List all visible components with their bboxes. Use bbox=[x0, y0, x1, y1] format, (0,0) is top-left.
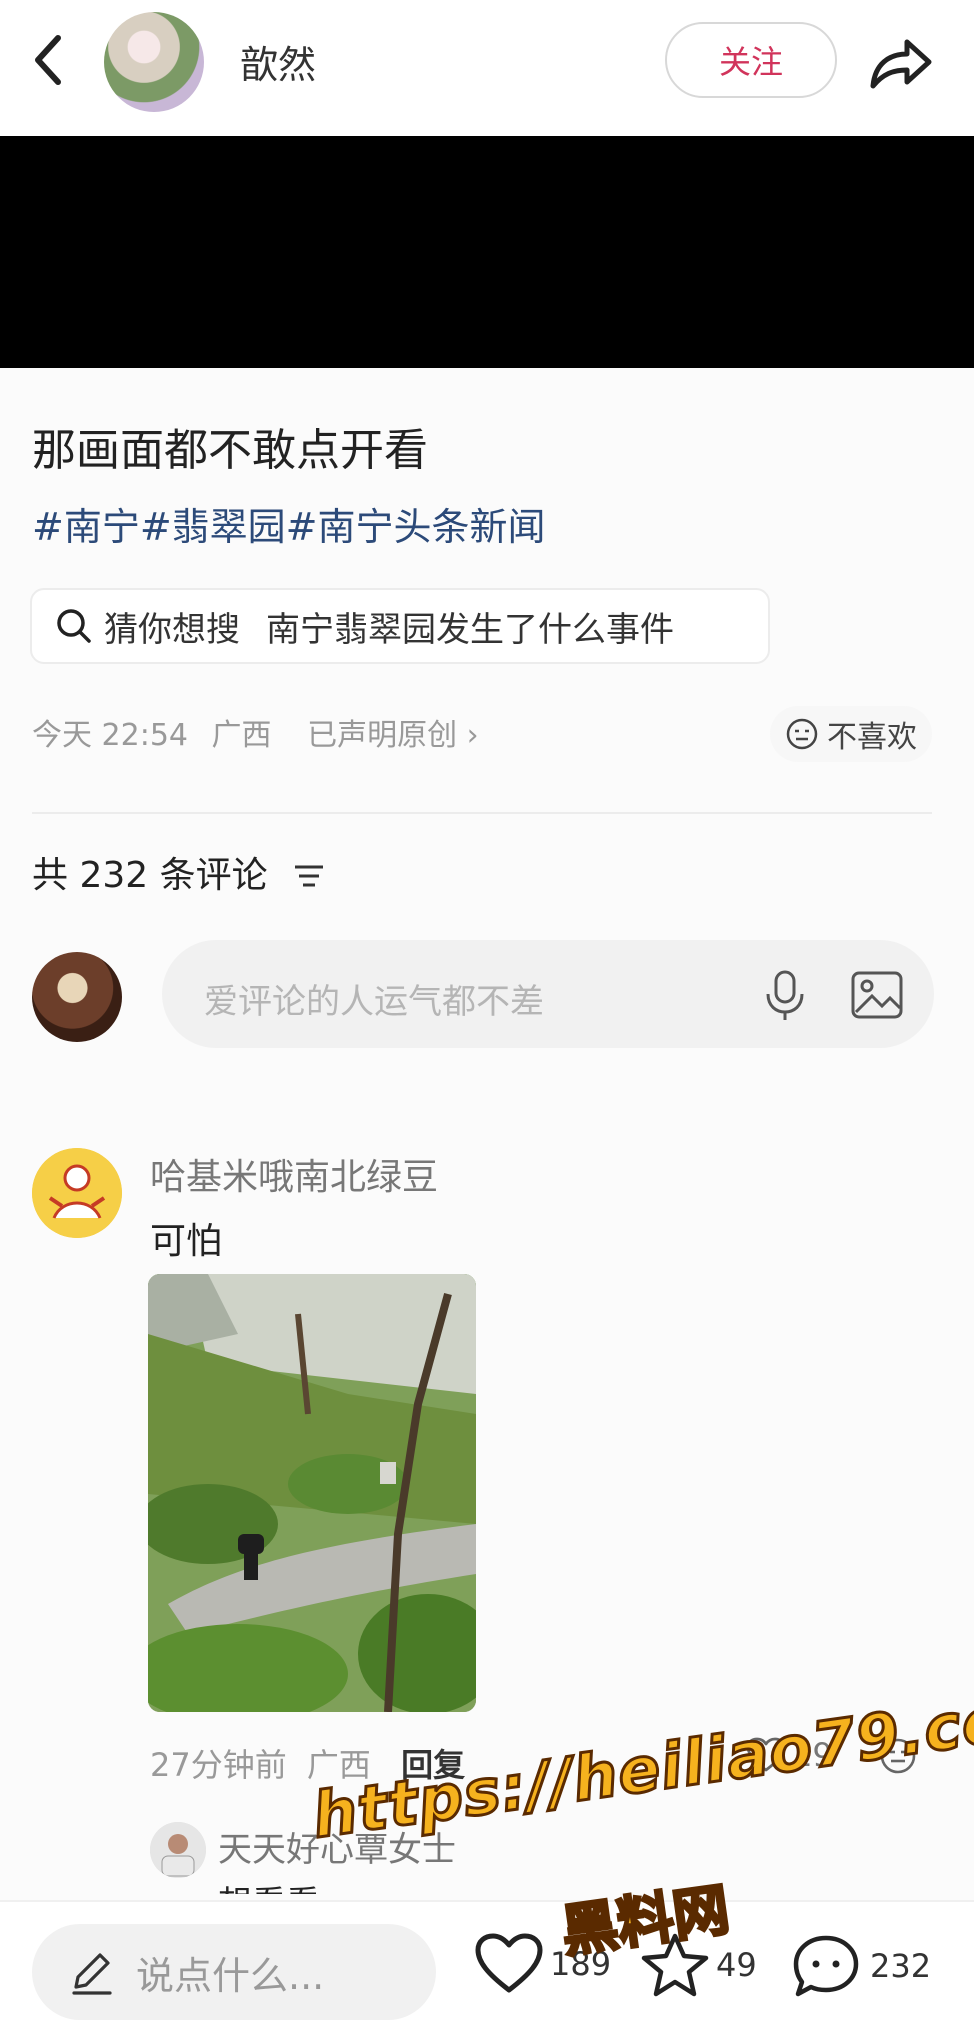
reply-avatar[interactable] bbox=[150, 1822, 206, 1878]
comment-input-placeholder: 爱评论的人运气都不差 bbox=[204, 982, 544, 1022]
post-region: 广西 bbox=[211, 718, 272, 753]
author-name[interactable]: 歆然 bbox=[240, 34, 316, 89]
search-suggestion-text: 南宁翡翠园发生了什么事件 bbox=[266, 609, 674, 650]
commenter-name[interactable]: 哈基米哦南北绿豆 bbox=[150, 1148, 438, 1200]
favorite-count: 49 bbox=[716, 1946, 757, 1984]
comments-button[interactable]: 232 bbox=[790, 1932, 931, 2000]
dislike-button[interactable]: 不喜欢 bbox=[770, 706, 932, 762]
post-time: 今天 22:54 bbox=[32, 718, 188, 753]
post-title: 那画面都不敢点开看 bbox=[32, 425, 428, 476]
comments-count: 共 232 条评论 bbox=[32, 846, 327, 898]
my-avatar bbox=[32, 952, 122, 1042]
bottom-input-placeholder: 说点什么... bbox=[136, 1953, 325, 1998]
chevron-right-icon: › bbox=[466, 718, 479, 753]
comment-bubble-icon bbox=[793, 1935, 859, 1997]
post-tags[interactable]: #南宁#翡翠园#南宁头条新闻 bbox=[32, 496, 546, 551]
media-area[interactable] bbox=[0, 136, 974, 368]
divider bbox=[32, 812, 932, 814]
search-prefix: 猜你想搜 bbox=[104, 609, 240, 650]
author-avatar[interactable] bbox=[104, 12, 204, 112]
reply-text: 想看看 bbox=[218, 1876, 320, 1894]
image-icon[interactable] bbox=[850, 970, 904, 1020]
commenter-avatar[interactable] bbox=[32, 1148, 122, 1238]
sort-icon[interactable] bbox=[291, 861, 327, 891]
dislike-label: 不喜欢 bbox=[827, 720, 917, 755]
original-claim-link[interactable]: 已声明原创 › bbox=[307, 718, 479, 753]
search-icon bbox=[57, 609, 91, 643]
comment-count: 232 bbox=[870, 1947, 932, 1985]
comment-image[interactable] bbox=[148, 1274, 476, 1712]
microphone-icon[interactable] bbox=[762, 968, 808, 1022]
bottom-comment-input[interactable]: 说点什么... bbox=[32, 1924, 436, 2020]
post-meta: 今天 22:54 广西 已声明原创 › bbox=[32, 710, 479, 754]
back-icon[interactable] bbox=[28, 30, 68, 90]
comment-time: 27分钟前 bbox=[150, 1746, 287, 1784]
share-icon[interactable] bbox=[865, 30, 935, 94]
comment-text: 可怕 bbox=[150, 1221, 223, 1262]
pencil-icon bbox=[72, 1953, 112, 1995]
comment-input[interactable]: 爱评论的人运气都不差 bbox=[162, 940, 934, 1048]
follow-button[interactable]: 关注 bbox=[665, 22, 837, 98]
heart-icon bbox=[475, 1933, 543, 1993]
neutral-face-icon bbox=[786, 718, 818, 750]
search-suggestion[interactable]: 猜你想搜 南宁翡翠园发生了什么事件 bbox=[30, 588, 770, 664]
